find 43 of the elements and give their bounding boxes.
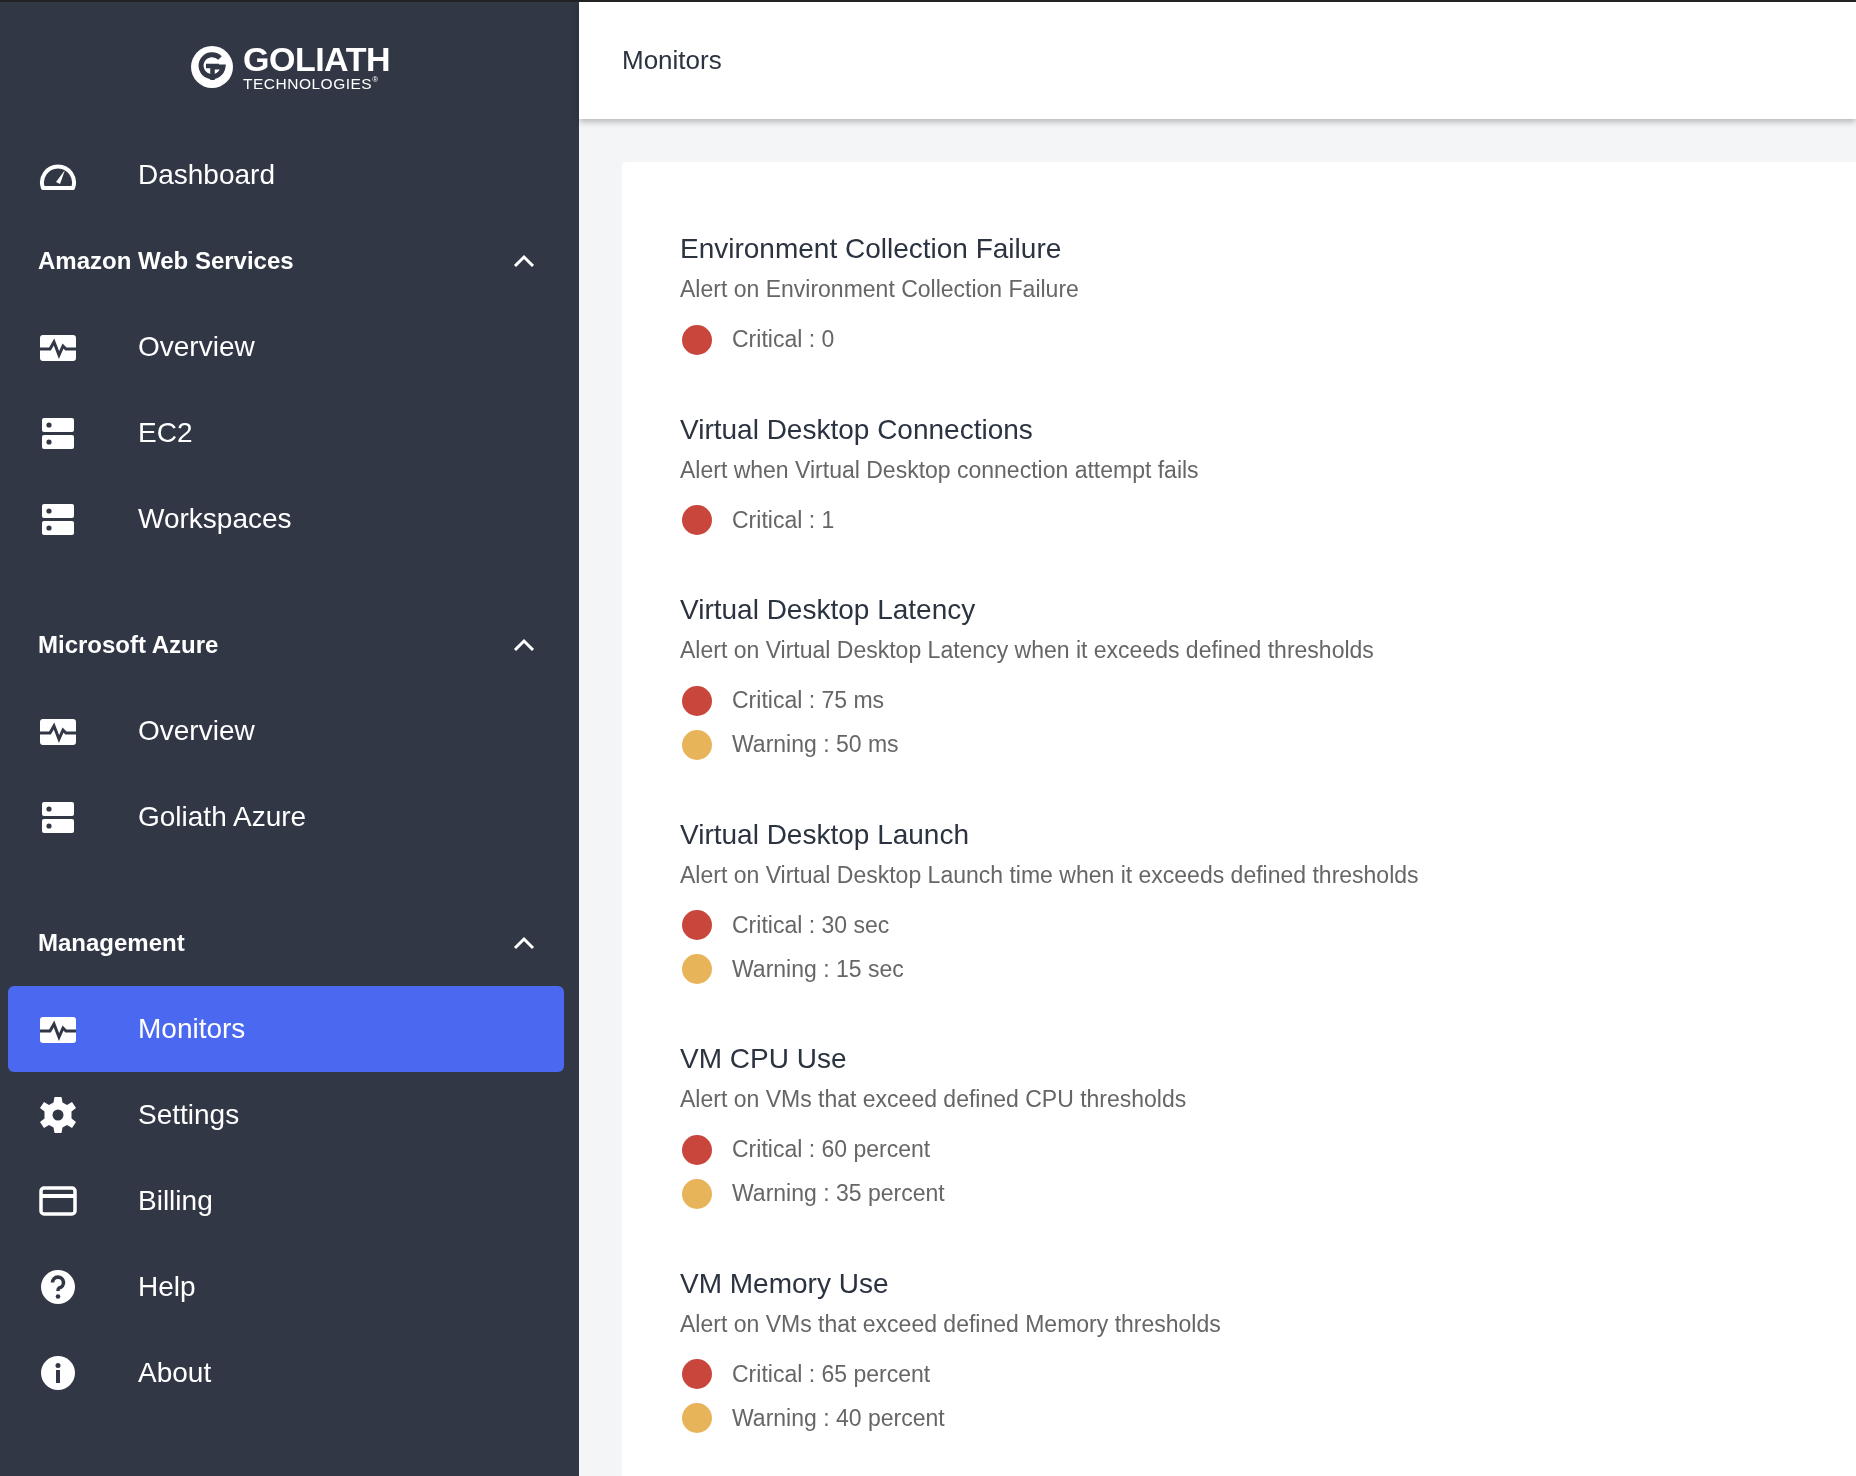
threshold-text: Warning : 15 sec [732,954,904,984]
threshold-text: Critical : 1 [732,505,835,535]
sidebar-item[interactable]: EC2 [8,390,564,476]
monitor-title: Virtual Desktop Connections [680,412,1034,447]
section-title: Management [38,928,185,958]
monitor-title: Virtual Desktop Launch [680,817,970,852]
sidebar-item[interactable]: About [8,1330,564,1416]
info-icon [38,1353,78,1393]
threshold-text: Critical : 30 sec [732,910,890,940]
logo-tagline: TECHNOLOGIES® [243,76,380,92]
monitor-description: Alert on VMs that exceed defined CPU thresholds [680,1085,1188,1114]
logo-mark-icon [189,44,235,90]
sidebar-item[interactable]: Billing [8,1158,564,1244]
sidebar-item[interactable]: Help [8,1244,564,1330]
section-title: Amazon Web Services [38,246,294,276]
threshold-text: Warning : 35 percent [732,1179,945,1209]
monitor-description: Alert on VMs that exceed defined Memory thresholds [680,1309,1222,1339]
threshold-text: Critical : 0 [732,325,835,355]
sidebar-item[interactable]: Dashboard [8,132,564,218]
sidebar-item[interactable]: Goliath Azure [8,774,564,860]
page-title: Monitors [622,44,722,77]
threshold-text: Critical : 65 percent [732,1359,931,1389]
threshold-text: Critical : 75 ms [732,686,885,716]
sidebar-item[interactable]: Settings [8,1072,564,1158]
monitor-description: Alert on Environment Collection Failure [680,275,1080,304]
sidebar-item[interactable]: Workspaces [8,476,564,562]
monitor-title: VM Memory Use [680,1266,890,1301]
threshold-text: Warning : 50 ms [732,730,899,760]
sidebar-item[interactable]: Overview [8,688,564,774]
monitor-title: Virtual Desktop Latency [680,593,977,627]
monitor-description: Alert on Virtual Desktop Latency when it exceeds defined thresholds [680,636,1375,665]
section-title: Microsoft Azure [38,630,219,660]
threshold-text: Warning : 40 percent [732,1403,945,1433]
threshold-text: Critical : 60 percent [732,1135,931,1165]
monitor-description: Alert when Virtual Desktop connection attempt fails [680,455,1200,485]
help-icon [38,1267,78,1307]
monitor-description: Alert on Virtual Desktop Launch time when it exceeds defined thresholds [680,860,1420,890]
settings-icon [38,1095,78,1135]
sidebar-item[interactable]: Overview [8,304,564,390]
sidebar-item[interactable]: Monitors [8,986,564,1072]
monitor-title: Environment Collection Failure [680,232,1063,266]
monitor-title: VM CPU Use [680,1042,848,1076]
logo-wordmark: GOLIATH [243,42,390,77]
